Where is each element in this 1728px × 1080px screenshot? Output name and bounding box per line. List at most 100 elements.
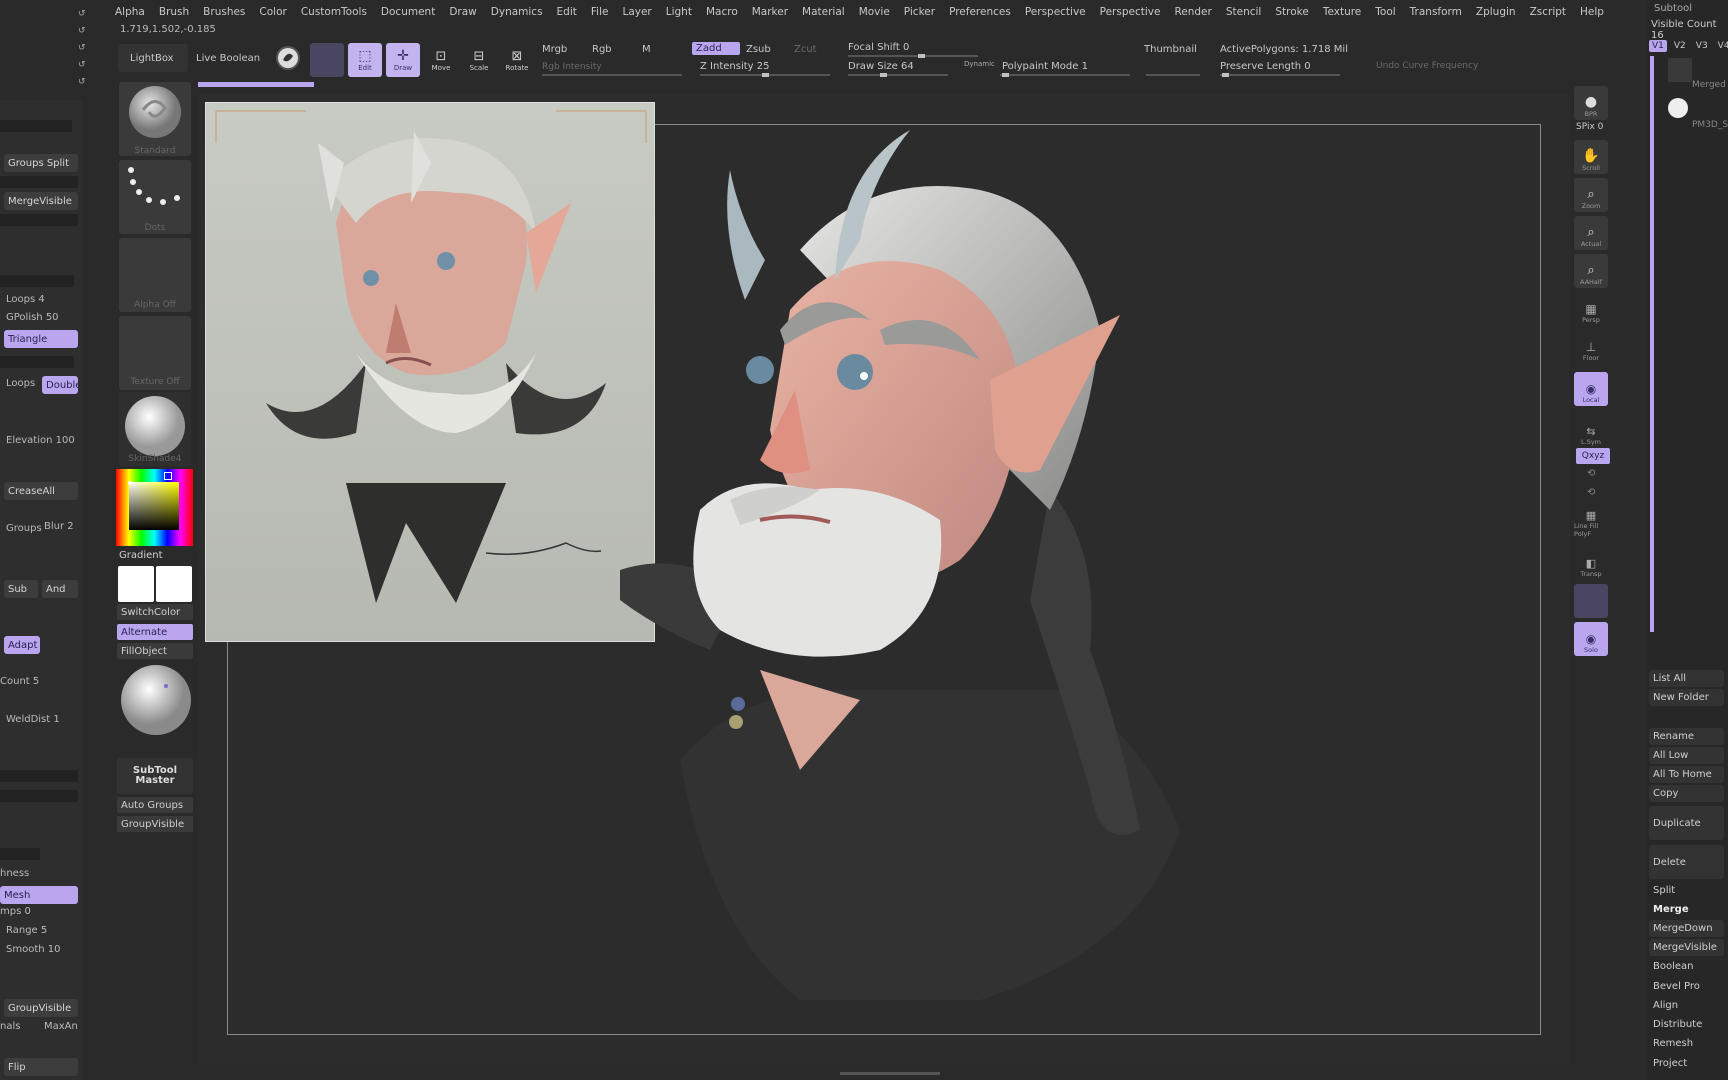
focal-shift-slider[interactable]: Focal Shift 0 [848,42,909,53]
menu-macro[interactable]: Macro [699,6,745,18]
bpr-render-button[interactable]: ● BPR [1574,86,1608,120]
merge-down-button[interactable]: MergeDown [1649,920,1724,937]
range-slider[interactable]: Range 5 [6,925,47,936]
menu-draw[interactable]: Draw [442,6,483,18]
duplicate-button[interactable]: Duplicate [1649,806,1724,840]
subtool-item-merged[interactable]: Merged [1692,80,1726,90]
double-button[interactable]: Double [42,376,78,394]
subtool-item-pm3d[interactable]: PM3D_S [1692,120,1728,130]
menu-light[interactable]: Light [659,6,699,18]
3d-model-viewport[interactable] [620,130,1360,1010]
welddist-slider[interactable]: WeldDist 1 [6,714,60,725]
menu-dynamics[interactable]: Dynamics [484,6,550,18]
secondary-color-swatch[interactable] [156,566,192,602]
color-marker[interactable] [128,481,132,485]
tab-v2[interactable]: V2 [1671,40,1689,52]
line-fill-button[interactable]: ▦ Line Fill PolyF [1574,506,1608,540]
triangle-button[interactable]: Triangle [4,330,78,348]
gpolish-slider[interactable]: GPolish 50 [6,312,59,323]
refresh-icon[interactable]: ↺ [78,6,86,23]
menu-material[interactable]: Material [795,6,852,18]
subtool-master-button[interactable]: SubTool Master [117,758,193,794]
color-square[interactable] [129,482,179,530]
preserve-length-slider[interactable]: Preserve Length 0 [1220,61,1311,72]
merge-visible-button[interactable]: MergeVisible [4,192,78,210]
groups-toggle[interactable]: Groups [6,523,42,534]
delete-button[interactable]: Delete [1649,845,1724,879]
split-menu[interactable]: Split [1649,882,1724,899]
elevation-slider[interactable]: Elevation 100 [6,435,75,446]
zcut-button[interactable]: Zcut [794,44,817,55]
z-intensity-slider[interactable]: Z Intensity 25 [700,61,769,72]
local-button[interactable]: ◉ Local [1574,372,1608,406]
refresh-icon[interactable]: ↺ [78,57,86,74]
project-menu[interactable]: Project [1649,1055,1724,1072]
actual-button[interactable]: ⌕ Actual [1574,216,1608,250]
loops-slider[interactable]: Loops 4 [6,294,45,305]
menu-zplugin[interactable]: Zplugin [1469,6,1523,18]
lsym-button[interactable]: ⇆ L.Sym [1574,414,1608,448]
spix-slider[interactable]: SPix 0 [1576,122,1603,132]
zoom-button[interactable]: ⌕ Zoom [1574,178,1608,212]
solo-button[interactable]: ◉ Solo [1574,622,1608,656]
matcap-preview[interactable] [120,664,192,736]
menu-render[interactable]: Render [1167,6,1218,18]
refresh-icon[interactable]: ↺ [78,23,86,40]
menu-preferences[interactable]: Preferences [942,6,1018,18]
blur-slider[interactable]: Blur 2 [44,521,74,532]
visible-count-slider[interactable]: Visible Count 16 [1651,19,1728,41]
adapt-button[interactable]: Adapt [4,636,40,654]
tab-v4[interactable]: V4 [1715,40,1728,52]
mesh-button[interactable]: Mesh [0,886,78,904]
scroll-button[interactable]: ✋ Scroll [1574,140,1608,174]
menu-help[interactable]: Help [1573,6,1611,18]
tab-v3[interactable]: V3 [1693,40,1711,52]
mps-slider[interactable]: mps 0 [0,906,31,917]
color-picker[interactable] [116,469,193,546]
zsub-button[interactable]: Zsub [746,44,771,55]
menu-texture[interactable]: Texture [1316,6,1368,18]
lightbox-button[interactable]: LightBox [118,44,188,72]
zadd-button[interactable]: Zadd [692,42,740,55]
rotate-y-icon[interactable]: ⟲ [1587,468,1595,479]
subtool-scrollbar[interactable] [1650,56,1654,632]
rgb-button[interactable]: Rgb [592,44,612,55]
copy-button[interactable]: Copy [1649,785,1724,802]
sphere-brush-icon[interactable] [276,46,300,70]
bevel-pro-menu[interactable]: Bevel Pro [1649,978,1724,995]
draw-size-slider[interactable]: Draw Size 64 [848,61,914,72]
menu-tool[interactable]: Tool [1368,6,1402,18]
menu-stencil[interactable]: Stencil [1219,6,1269,18]
remesh-menu[interactable]: Remesh [1649,1035,1724,1052]
scale-button[interactable]: ⊟ Scale [462,43,496,77]
loops-button[interactable]: Loops [6,378,35,389]
menu-file[interactable]: File [584,6,616,18]
subtool-thumbnail[interactable] [1668,58,1692,82]
thumbnail-button[interactable]: Thumbnail [1144,44,1197,55]
menu-color[interactable]: Color [252,6,293,18]
curve-frequency-slider[interactable]: Undo Curve Frequency [1376,61,1478,71]
m-button[interactable]: M [642,44,651,55]
bottom-shelf-handle[interactable] [840,1072,940,1075]
menu-brushes[interactable]: Brushes [196,6,252,18]
standard-brush-thumbnail[interactable] [119,82,191,156]
boolean-menu[interactable]: Boolean [1649,958,1724,975]
sub-button[interactable]: Sub [4,580,38,598]
rotate-button[interactable]: ⊠ Rotate [500,43,534,77]
menu-marker[interactable]: Marker [745,6,795,18]
menu-edit[interactable]: Edit [550,6,584,18]
distribute-menu[interactable]: Distribute [1649,1016,1724,1033]
auto-groups-button[interactable]: Auto Groups [117,797,193,813]
mrgb-button[interactable]: Mrgb [542,44,567,55]
count-slider[interactable]: Count 5 [0,676,39,687]
menu-movie[interactable]: Movie [852,6,897,18]
rename-button[interactable]: Rename [1649,728,1724,745]
menu-alpha[interactable]: Alpha [108,6,152,18]
tab-v1[interactable]: V1 [1649,40,1667,52]
rgb-intensity-slider[interactable]: Rgb Intensity [542,62,602,72]
reference-image[interactable] [205,102,655,642]
menu-perspective[interactable]: Perspective [1093,6,1168,18]
menu-stroke[interactable]: Stroke [1268,6,1315,18]
refresh-icon[interactable]: ↺ [78,74,86,91]
all-low-button[interactable]: All Low [1649,747,1724,764]
